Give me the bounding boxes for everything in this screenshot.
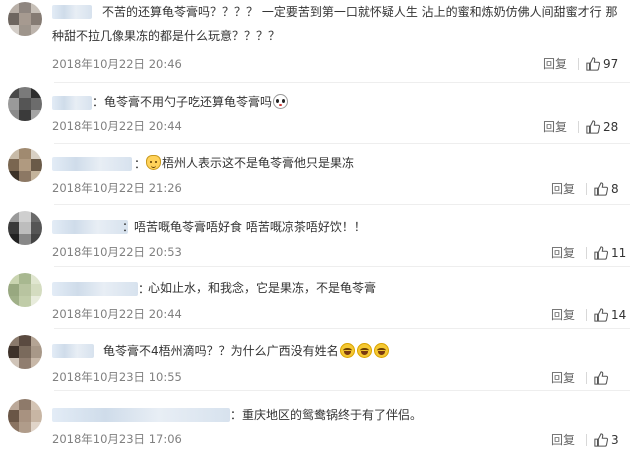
thumbs-up-icon <box>594 182 608 196</box>
thumbs-up-icon <box>594 308 608 322</box>
like-button[interactable]: 28 <box>586 120 618 134</box>
like-count: 28 <box>603 120 619 134</box>
separator <box>578 58 579 70</box>
comment-text: 龟苓膏不4梧州滴吗？？为什么广西没有姓名 <box>103 341 390 361</box>
comment-time: 2018年10月23日 10:55 <box>52 370 182 384</box>
like-button[interactable]: 14 <box>594 308 626 322</box>
avatar[interactable] <box>8 87 42 121</box>
separator <box>586 372 587 384</box>
laugh-emoji <box>373 343 389 358</box>
panda-emoji <box>273 94 289 109</box>
like-button[interactable]: 3 <box>594 433 619 447</box>
reply-button[interactable]: 回复 <box>551 433 575 447</box>
reply-button[interactable]: 回复 <box>551 371 575 385</box>
separator <box>586 434 587 446</box>
comment-time: 2018年10月22日 21:26 <box>52 181 182 195</box>
username[interactable] <box>52 96 92 110</box>
reply-button[interactable]: 回复 <box>551 246 575 260</box>
like-count: 3 <box>611 433 619 447</box>
comment-item: ：龟苓膏不用勺子吃还算龟苓膏吗 2018年10月22日 20:44 回复 28 <box>0 83 630 143</box>
avatar[interactable] <box>8 399 42 433</box>
like-button[interactable] <box>594 371 611 385</box>
like-count: 14 <box>611 308 627 322</box>
comment-text: 梧州人表示这不是龟苓膏他只是果冻 <box>145 153 354 173</box>
username[interactable] <box>52 5 92 19</box>
laugh-emoji <box>339 343 355 358</box>
reply-button[interactable]: 回复 <box>551 308 575 322</box>
separator <box>578 121 579 133</box>
thumbs-up-icon <box>586 57 600 71</box>
avatar[interactable] <box>8 148 42 182</box>
avatar[interactable] <box>8 335 42 369</box>
comment-text: ：唔苦嘅龟苓膏唔好食 唔苦嘅凉茶唔好饮！！ <box>122 220 366 234</box>
thumbs-up-icon <box>586 120 600 134</box>
like-button[interactable]: 11 <box>594 246 626 260</box>
username[interactable] <box>52 282 138 296</box>
avatar[interactable] <box>8 273 42 307</box>
like-button[interactable]: 97 <box>586 57 618 71</box>
comment-time: 2018年10月22日 20:44 <box>52 307 182 321</box>
comment-item: ：重庆地区的鸳鸯锅终于有了伴侣。 2018年10月23日 17:06 回复 3 <box>0 391 630 449</box>
username[interactable] <box>52 157 132 171</box>
comment-time: 2018年10月22日 20:46 <box>52 57 182 71</box>
comment-text: ：龟苓膏不用勺子吃还算龟苓膏吗 <box>92 92 289 112</box>
username[interactable] <box>52 220 128 234</box>
comment-list: 不苦的还算龟苓膏吗？？？？ 一定要苦到第一口就怀疑人生 沾上的蜜和炼奶仿佛人间甜… <box>0 0 630 449</box>
comment-item: 龟苓膏不4梧州滴吗？？为什么广西没有姓名 2018年10月23日 10:55 回… <box>0 329 630 389</box>
comment-text: 不苦的还算龟苓膏吗？？？？ 一定要苦到第一口就怀疑人生 沾上的蜜和炼奶仿佛人间甜… <box>102 5 618 19</box>
thumbs-up-icon <box>594 433 608 447</box>
like-count: 8 <box>611 182 619 196</box>
comment-time: 2018年10月22日 20:44 <box>52 119 182 133</box>
separator <box>586 183 587 195</box>
comment-time: 2018年10月22日 20:53 <box>52 245 182 259</box>
comment-item: ： 心如止水，和我念，它是果冻，不是龟苓膏 2018年10月22日 20:44 … <box>0 267 630 327</box>
avatar[interactable] <box>8 2 42 36</box>
thumbs-up-icon <box>594 371 608 385</box>
like-count: 11 <box>611 246 627 260</box>
separator <box>586 247 587 259</box>
avatar[interactable] <box>8 211 42 245</box>
comment-item: ：唔苦嘅龟苓膏唔好食 唔苦嘅凉茶唔好饮！！ 2018年10月22日 20:53 … <box>0 205 630 265</box>
comment-time: 2018年10月23日 17:06 <box>52 432 182 446</box>
comment-text: ：重庆地区的鸳鸯锅终于有了伴侣。 <box>230 408 423 422</box>
comment-item: ： 梧州人表示这不是龟苓膏他只是果冻 2018年10月22日 21:26 回复 … <box>0 144 630 204</box>
laugh-emoji <box>356 343 372 358</box>
comment-text-continued: 种甜不拉几像果冻的都是什么玩意？？？？ <box>52 29 281 43</box>
comment-item: 不苦的还算龟苓膏吗？？？？ 一定要苦到第一口就怀疑人生 沾上的蜜和炼奶仿佛人间甜… <box>0 0 630 82</box>
reply-button[interactable]: 回复 <box>543 120 567 134</box>
reply-button[interactable]: 回复 <box>543 57 567 71</box>
username[interactable] <box>52 344 94 358</box>
like-button[interactable]: 8 <box>594 182 619 196</box>
like-count: 97 <box>603 57 619 71</box>
cat-emoji <box>146 155 161 170</box>
username[interactable] <box>52 408 230 422</box>
separator <box>586 309 587 321</box>
reply-button[interactable]: 回复 <box>551 182 575 196</box>
comment-text: 心如止水，和我念，它是果冻，不是龟苓膏 <box>148 281 377 295</box>
thumbs-up-icon <box>594 246 608 260</box>
